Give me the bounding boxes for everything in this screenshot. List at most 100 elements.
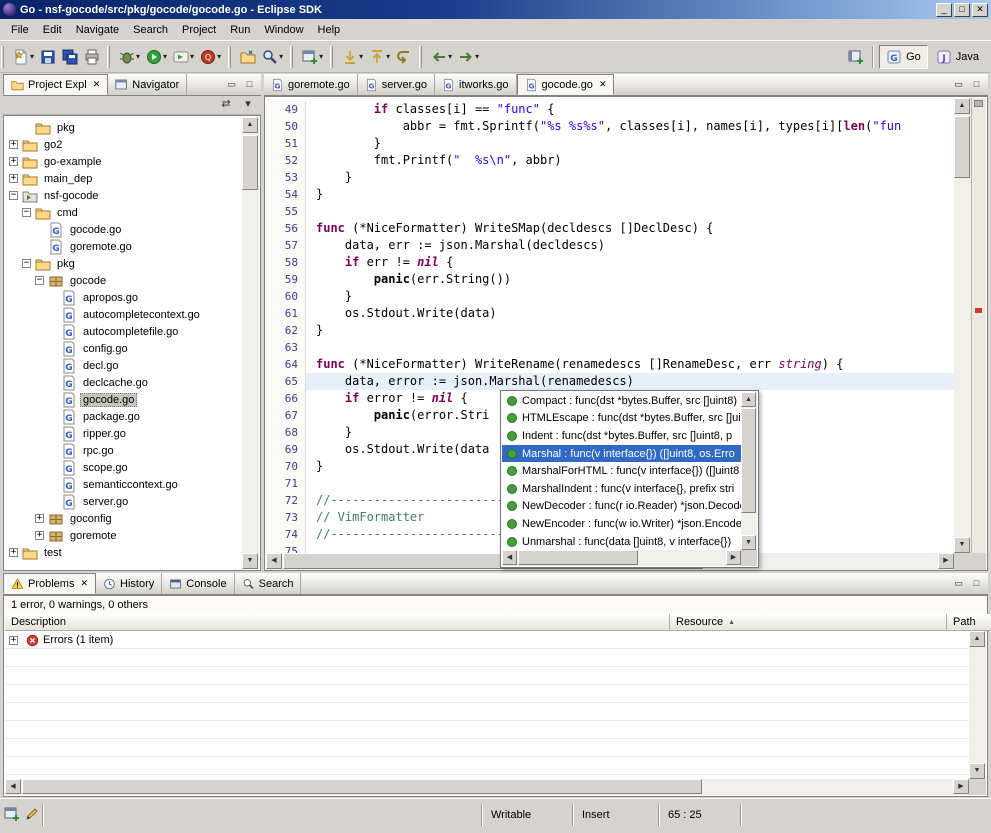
scrollbar-thumb[interactable] — [242, 135, 258, 190]
link-with-editor-button[interactable]: ⇄ — [217, 97, 235, 113]
menu-item-run[interactable]: Run — [223, 21, 257, 39]
code-text[interactable]: } — [306, 424, 352, 441]
fast-view-icon[interactable] — [4, 806, 20, 822]
column-header-path[interactable]: Path — [947, 614, 991, 631]
dropdown-arrow-icon[interactable]: ▾ — [359, 52, 363, 61]
expand-icon[interactable]: + — [9, 548, 18, 557]
code-text[interactable] — [306, 543, 316, 553]
scroll-left-button[interactable]: ◀ — [5, 779, 21, 794]
popup-hscrollbar[interactable]: ◀ ▶ — [502, 550, 741, 566]
dropdown-arrow-icon[interactable]: ▾ — [319, 52, 323, 61]
close-icon[interactable]: ✕ — [93, 79, 101, 90]
code-text[interactable]: if error != nil { — [306, 390, 468, 407]
tree-item[interactable]: Gautocompletecontext.go — [5, 306, 242, 323]
completion-item[interactable]: MarshalForHTML : func(v interface{}) ([]… — [502, 462, 741, 480]
dropdown-arrow-icon[interactable]: ▾ — [448, 52, 452, 61]
explorer-tab-navigator[interactable]: Navigator — [108, 74, 187, 95]
explorer-vscrollbar[interactable]: ▲ ▼ — [242, 117, 259, 569]
completion-item[interactable]: NewEncoder : func(w io.Writer) *json.Enc… — [502, 515, 741, 533]
menu-item-window[interactable]: Window — [257, 21, 310, 39]
dropdown-arrow-icon[interactable]: ▾ — [386, 52, 390, 61]
completion-item[interactable]: NewDecoder : func(r io.Reader) *json.Dec… — [502, 498, 741, 516]
code-text[interactable]: if classes[i] == "func" { — [306, 101, 554, 118]
toolbar-handle[interactable] — [107, 46, 110, 68]
menu-item-edit[interactable]: Edit — [36, 21, 69, 39]
tree-item[interactable]: Gserver.go — [5, 493, 242, 510]
expand-icon[interactable]: + — [9, 636, 18, 645]
bottom-tab-search[interactable]: Search — [235, 573, 302, 594]
problems-hscrollbar[interactable]: ◀ ▶ — [5, 779, 969, 795]
minimize-view-button[interactable]: ▭ — [951, 577, 966, 590]
overview-position-marker[interactable] — [974, 100, 983, 107]
tree-item[interactable]: Ggoremote.go — [5, 238, 242, 255]
code-text[interactable]: } — [306, 322, 323, 339]
scroll-down-button[interactable]: ▼ — [741, 535, 756, 550]
tree-item[interactable]: −gocode — [5, 272, 242, 289]
toolbar-handle[interactable] — [1, 46, 4, 68]
completion-item[interactable]: Indent : func(dst *bytes.Buffer, src []u… — [502, 427, 741, 445]
code-text[interactable]: func (*NiceFormatter) WriteRename(rename… — [306, 356, 843, 373]
column-header-resource[interactable]: Resource▲ — [670, 614, 947, 631]
code-text[interactable]: data, err := json.Marshal(decldescs) — [306, 237, 605, 254]
completion-item[interactable]: HTMLEscape : func(dst *bytes.Buffer, src… — [502, 410, 741, 428]
editor-tab-gocode-go[interactable]: Ggocode.go✕ — [517, 74, 615, 95]
collapse-icon[interactable]: − — [22, 208, 31, 217]
expand-icon[interactable]: + — [9, 157, 18, 166]
expand-icon[interactable]: + — [9, 174, 18, 183]
next-annotation-button[interactable]: ▾ — [339, 45, 366, 69]
menu-item-help[interactable]: Help — [311, 21, 348, 39]
last-edit-location-button[interactable] — [393, 45, 415, 69]
scroll-up-button[interactable]: ▲ — [242, 117, 258, 133]
completion-item[interactable]: Marshal : func(v interface{}) ([]uint8, … — [502, 445, 741, 463]
tree-item[interactable]: pkg — [5, 119, 242, 136]
tree-item[interactable]: Ggocode.go — [5, 221, 242, 238]
new-java-element-button[interactable]: ▾ — [299, 45, 326, 69]
bottom-tab-problems[interactable]: Problems✕ — [3, 573, 96, 594]
tree-item[interactable]: +goremote — [5, 527, 242, 544]
code-text[interactable]: panic(error.Stri — [306, 407, 489, 424]
scrollbar-thumb[interactable] — [954, 116, 970, 178]
menu-item-search[interactable]: Search — [126, 21, 175, 39]
scroll-left-button[interactable]: ◀ — [266, 553, 282, 569]
editor-tab-itworks-go[interactable]: Gitworks.go — [435, 74, 517, 95]
collapse-icon[interactable]: − — [22, 259, 31, 268]
scroll-right-button[interactable]: ▶ — [726, 550, 741, 565]
toolbar-handle[interactable] — [419, 46, 422, 68]
menu-item-navigate[interactable]: Navigate — [69, 21, 126, 39]
close-icon[interactable]: ✕ — [599, 79, 607, 90]
code-text[interactable]: } — [306, 186, 323, 203]
tree-item[interactable]: Gripper.go — [5, 425, 242, 442]
scroll-down-button[interactable]: ▼ — [969, 763, 985, 779]
toolbar-handle[interactable] — [228, 46, 231, 68]
collapse-icon[interactable]: − — [9, 191, 18, 200]
new-wizard-button[interactable]: ▾ — [10, 45, 37, 69]
dropdown-arrow-icon[interactable]: ▾ — [217, 52, 221, 61]
dropdown-arrow-icon[interactable]: ▾ — [475, 52, 479, 61]
bottom-tab-history[interactable]: History — [96, 573, 162, 594]
tree-item[interactable]: −pkg — [5, 255, 242, 272]
dropdown-arrow-icon[interactable]: ▾ — [136, 52, 140, 61]
problems-vscrollbar[interactable]: ▲ ▼ — [969, 631, 986, 779]
code-text[interactable]: os.Stdout.Write(data) — [306, 305, 497, 322]
tree-item[interactable]: +goconfig — [5, 510, 242, 527]
open-element-button[interactable] — [237, 45, 259, 69]
tree-item[interactable]: Gscope.go — [5, 459, 242, 476]
toolbar-handle[interactable] — [290, 46, 293, 68]
code-text[interactable] — [306, 203, 316, 220]
code-text[interactable]: panic(err.String()) — [306, 271, 511, 288]
tree-item[interactable]: +go2 — [5, 136, 242, 153]
code-text[interactable]: } — [306, 458, 323, 475]
problems-row[interactable]: +Errors (1 item) — [5, 631, 969, 649]
back-button[interactable]: ▾ — [428, 45, 455, 69]
scroll-down-button[interactable]: ▼ — [242, 553, 258, 569]
editor-pencil-icon[interactable] — [24, 806, 40, 822]
completion-item[interactable]: MarshalIndent : func(v interface{}, pref… — [502, 480, 741, 498]
editor-vscrollbar[interactable]: ▲ ▼ — [954, 98, 971, 553]
code-text[interactable]: data, error := json.Marshal(renamedescs) — [306, 373, 634, 390]
maximize-view-button[interactable]: □ — [969, 78, 984, 91]
editor-tab-goremote-go[interactable]: Ggoremote.go — [264, 74, 358, 95]
bottom-tab-console[interactable]: Console — [162, 573, 234, 594]
scroll-left-button[interactable]: ◀ — [502, 550, 517, 565]
run-last-button[interactable]: ▾ — [170, 45, 197, 69]
perspective-java-button[interactable]: JJava — [930, 45, 985, 69]
